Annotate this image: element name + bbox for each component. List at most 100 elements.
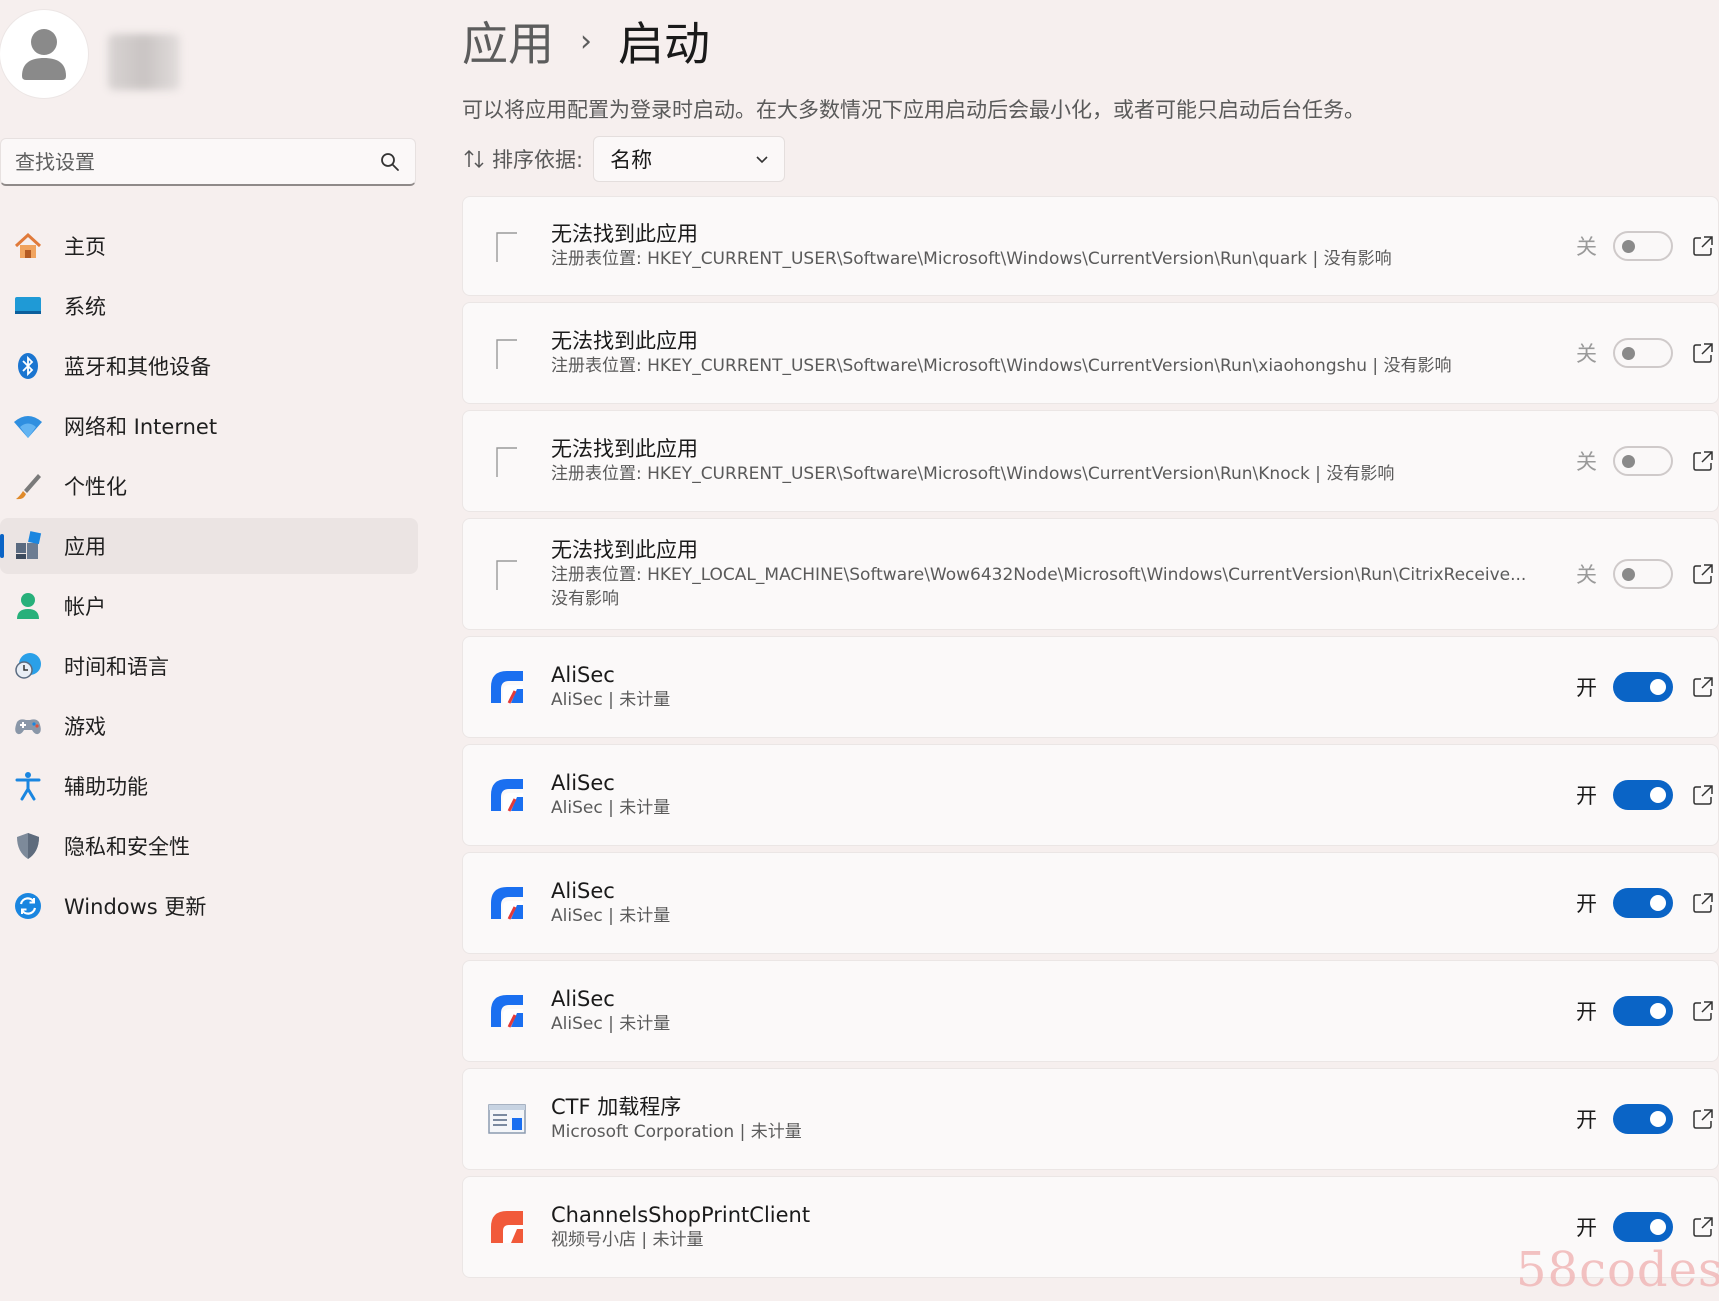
app-text: 无法找到此应用注册表位置: HKEY_CURRENT_USER\Software…: [551, 221, 1528, 271]
avatar[interactable]: [0, 10, 88, 98]
breadcrumb-parent[interactable]: 应用: [462, 8, 554, 74]
sidebar-item-label: Windows 更新: [64, 895, 207, 919]
sidebar-item-bluetooth[interactable]: 蓝牙和其他设备: [0, 338, 418, 394]
breadcrumb: 应用 › 启动: [462, 8, 710, 74]
toggle-knob: [1622, 455, 1635, 468]
toggle-state-label: 关: [1576, 450, 1597, 474]
sidebar-item-brush[interactable]: 个性化: [0, 458, 418, 514]
bluetooth-icon: [10, 348, 46, 384]
sidebar-item-label: 网络和 Internet: [64, 415, 218, 439]
app-title: 无法找到此应用: [551, 222, 698, 246]
app-subtitle: 注册表位置: HKEY_CURRENT_USER\Software\Micros…: [551, 356, 1452, 376]
sidebar-item-account[interactable]: 帐户: [0, 578, 418, 634]
sidebar-item-home[interactable]: 主页: [0, 218, 418, 274]
watermark: 58codes: [1516, 1242, 1719, 1298]
open-external-icon[interactable]: [1692, 235, 1714, 257]
sidebar-item-label: 主页: [64, 235, 106, 259]
startup-app-list: 无法找到此应用注册表位置: HKEY_CURRENT_USER\Software…: [462, 196, 1719, 1284]
open-external-icon[interactable]: [1692, 342, 1714, 364]
app-text: AliSec AliSec | 未计量: [551, 986, 1528, 1036]
update-icon: [10, 888, 46, 924]
shield-icon: [10, 828, 46, 864]
startup-toggle[interactable]: [1613, 1212, 1673, 1242]
page-description: 可以将应用配置为登录时启动。在大多数情况下应用启动后会最小化，或者可能只启动后台…: [462, 98, 1365, 122]
toggle-knob: [1622, 240, 1635, 253]
sidebar-item-wifi[interactable]: 网络和 Internet: [0, 398, 418, 454]
sidebar-item-label: 帐户: [64, 595, 106, 619]
search-icon[interactable]: [379, 151, 401, 173]
app-icon: [487, 667, 527, 707]
startup-toggle[interactable]: [1613, 559, 1673, 589]
app-icon: [487, 883, 527, 923]
sidebar-item-label: 个性化: [64, 475, 127, 499]
sidebar-item-label: 游戏: [64, 715, 106, 739]
app-title: ChannelsShopPrintClient: [551, 1203, 811, 1227]
startup-app-row: CTF 加载程序 Microsoft Corporation | 未计量 开: [462, 1068, 1719, 1170]
apps-icon: [10, 528, 46, 564]
app-icon: [487, 991, 527, 1031]
app-text: 无法找到此应用 注册表位置: HKEY_CURRENT_USER\Software…: [551, 328, 1528, 378]
toggle-knob: [1650, 1003, 1666, 1019]
open-external-icon[interactable]: [1692, 450, 1714, 472]
app-subtitle: 视频号小店 | 未计量: [551, 1230, 704, 1250]
app-icon: [487, 226, 527, 266]
startup-toggle[interactable]: [1613, 780, 1673, 810]
startup-app-row: AliSec AliSec | 未计量 开: [462, 852, 1719, 954]
toggle-knob: [1622, 568, 1635, 581]
open-external-icon[interactable]: [1692, 676, 1714, 698]
open-external-icon[interactable]: [1692, 1216, 1714, 1238]
open-external-icon[interactable]: [1692, 563, 1714, 585]
time-language-icon: [10, 648, 46, 684]
open-external-icon[interactable]: [1692, 892, 1714, 914]
app-text: 无法找到此应用 注册表位置: HKEY_CURRENT_USER\Software…: [551, 436, 1528, 486]
sort-dropdown[interactable]: 名称: [593, 136, 786, 182]
open-external-icon[interactable]: [1692, 1000, 1714, 1022]
sidebar-item-time-language[interactable]: 时间和语言: [0, 638, 418, 694]
startup-app-row: 无法找到此应用 注册表位置: HKEY_LOCAL_MACHINE\Softwar…: [462, 518, 1719, 630]
sidebar-item-shield[interactable]: 隐私和安全性: [0, 818, 418, 874]
sidebar-item-gamepad[interactable]: 游戏: [0, 698, 418, 754]
toggle-state-label: 关: [1576, 563, 1597, 587]
toggle-state-label: 关: [1576, 235, 1597, 259]
startup-toggle[interactable]: [1613, 338, 1673, 368]
sidebar-item-system[interactable]: 系统: [0, 278, 418, 334]
gamepad-icon: [10, 708, 46, 744]
toggle-state-label: 开: [1576, 1216, 1597, 1240]
toggle-knob: [1650, 787, 1666, 803]
toggle-state-label: 开: [1576, 1108, 1597, 1132]
sidebar-item-update[interactable]: Windows 更新: [0, 878, 418, 934]
open-external-icon[interactable]: [1692, 1108, 1714, 1130]
sort-bar: 排序依据: 名称: [462, 136, 786, 182]
toggle-state-label: 开: [1576, 676, 1597, 700]
startup-toggle[interactable]: [1613, 231, 1673, 261]
app-text: ChannelsShopPrintClient 视频号小店 | 未计量: [551, 1202, 1528, 1252]
app-title: 无法找到此应用: [551, 437, 698, 461]
app-title: AliSec: [551, 771, 615, 795]
sidebar-item-label: 时间和语言: [64, 655, 169, 679]
startup-toggle[interactable]: [1613, 888, 1673, 918]
sidebar-item-label: 隐私和安全性: [64, 835, 190, 859]
user-name-redacted: [108, 34, 180, 90]
startup-toggle[interactable]: [1613, 446, 1673, 476]
app-subtitle: 注册表位置: HKEY_LOCAL_MACHINE\Software\Wow64…: [551, 565, 1528, 585]
app-icon: [487, 441, 527, 481]
sidebar-item-accessibility[interactable]: 辅助功能: [0, 758, 418, 814]
nav-list: 主页系统 蓝牙和其他设备网络和 Internet 个性化应用帐户时间和语言游戏辅助功…: [0, 218, 420, 938]
startup-toggle[interactable]: [1613, 1104, 1673, 1134]
toggle-knob: [1650, 1219, 1666, 1235]
startup-toggle[interactable]: [1613, 996, 1673, 1026]
breadcrumb-separator-icon: ›: [580, 23, 592, 59]
startup-app-row: 无法找到此应用 注册表位置: HKEY_CURRENT_USER\Software…: [462, 302, 1719, 404]
app-icon: [487, 775, 527, 815]
app-subtitle: 注册表位置: HKEY_CURRENT_USER\Software\Micros…: [551, 249, 1392, 269]
sidebar: 主页系统蓝牙和其他设备网络和 Internet 个性化应用帐户时间和语言游戏辅助功…: [0, 0, 420, 1301]
search-input[interactable]: [15, 149, 379, 174]
sidebar-item-apps[interactable]: 应用: [0, 518, 418, 574]
app-subtitle: AliSec | 未计量: [551, 798, 671, 818]
search-box[interactable]: [0, 138, 416, 186]
startup-toggle[interactable]: [1613, 672, 1673, 702]
app-icon: [487, 1099, 527, 1139]
app-title: AliSec: [551, 663, 615, 687]
open-external-icon[interactable]: [1692, 784, 1714, 806]
chevron-down-icon: [756, 156, 768, 164]
